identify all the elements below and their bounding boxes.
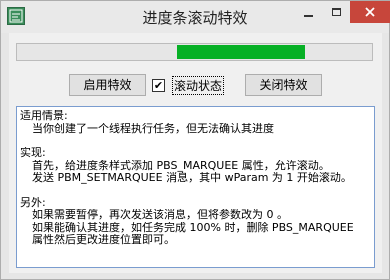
heading-scenario: 适用情景:	[20, 110, 68, 122]
marquee-progress-bar	[16, 43, 373, 61]
maximize-icon	[331, 8, 341, 16]
minimize-icon	[303, 14, 313, 17]
info-text-box[interactable]: 适用情景: 当你创建了一个线程执行任务，但无法确认其进度 实现: 首先，给进度条…	[16, 106, 375, 268]
scroll-state-checkbox[interactable]: ✔ 滚动状态	[152, 75, 225, 95]
checkbox-box[interactable]: ✔	[152, 78, 165, 92]
maximize-button[interactable]	[323, 1, 349, 23]
info-line: 如果需要暂停，再次发送该消息，但将参数改为 0 。	[32, 209, 288, 221]
close-button[interactable]	[350, 1, 390, 23]
close-icon	[365, 7, 375, 17]
info-line: 如果能确认其进度，如任务完成 100% 时，删除 PBS_MARQUEE	[32, 221, 354, 234]
info-line: 当你创建了一个线程执行任务，但无法确认其进度	[32, 122, 274, 135]
minimize-button[interactable]	[294, 1, 322, 23]
main-window: 进度条滚动特效 启用特效 ✔ 滚动状态 关闭特效 适用情景: 当你创建了一个线程…	[0, 0, 390, 280]
info-line: 发送 PBM_SETMARQUEE 消息，其中 wParam 为 1 开始滚动。	[32, 172, 352, 184]
client-area: 启用特效 ✔ 滚动状态 关闭特效 适用情景: 当你创建了一个线程执行任务，但无法…	[9, 33, 382, 273]
title-bar[interactable]: 进度条滚动特效	[1, 1, 390, 33]
enable-effect-button[interactable]: 启用特效	[69, 74, 146, 96]
progress-fill	[177, 45, 305, 59]
heading-additional: 另外:	[20, 196, 46, 209]
info-line: 首先，给进度条样式添加 PBS_MARQUEE 属性，允许滚动。	[32, 159, 330, 172]
disable-effect-button[interactable]: 关闭特效	[245, 74, 322, 96]
check-mark-icon: ✔	[153, 78, 164, 92]
info-line: 属性然后更改进度位置即可。	[32, 234, 175, 246]
heading-implementation: 实现:	[20, 147, 46, 159]
checkbox-label: 滚动状态	[171, 75, 225, 95]
